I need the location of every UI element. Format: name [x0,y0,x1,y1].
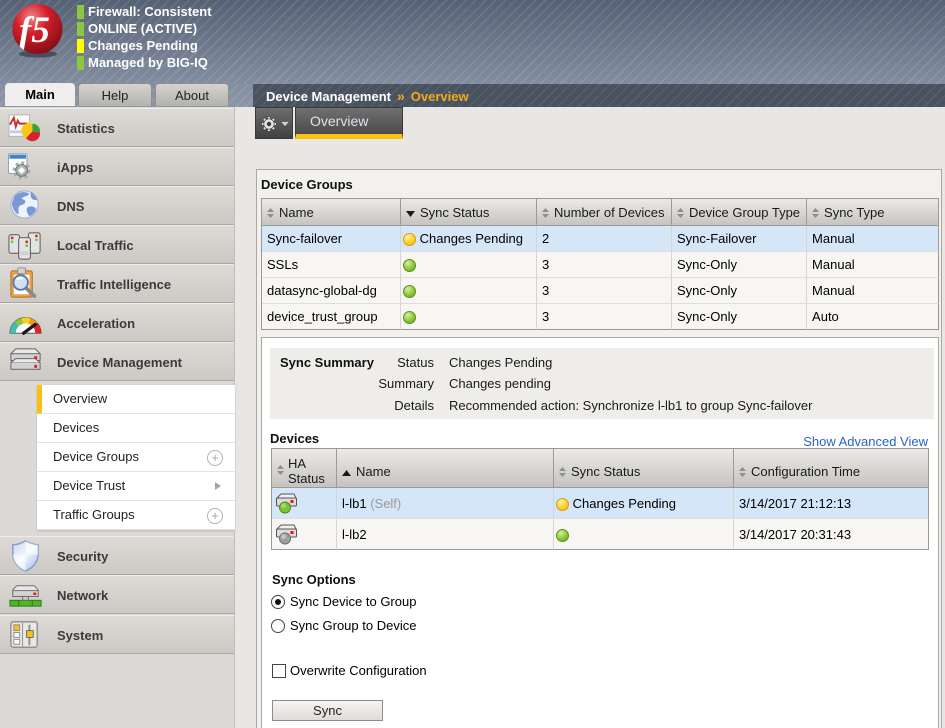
svg-text:f5: f5 [19,10,50,51]
